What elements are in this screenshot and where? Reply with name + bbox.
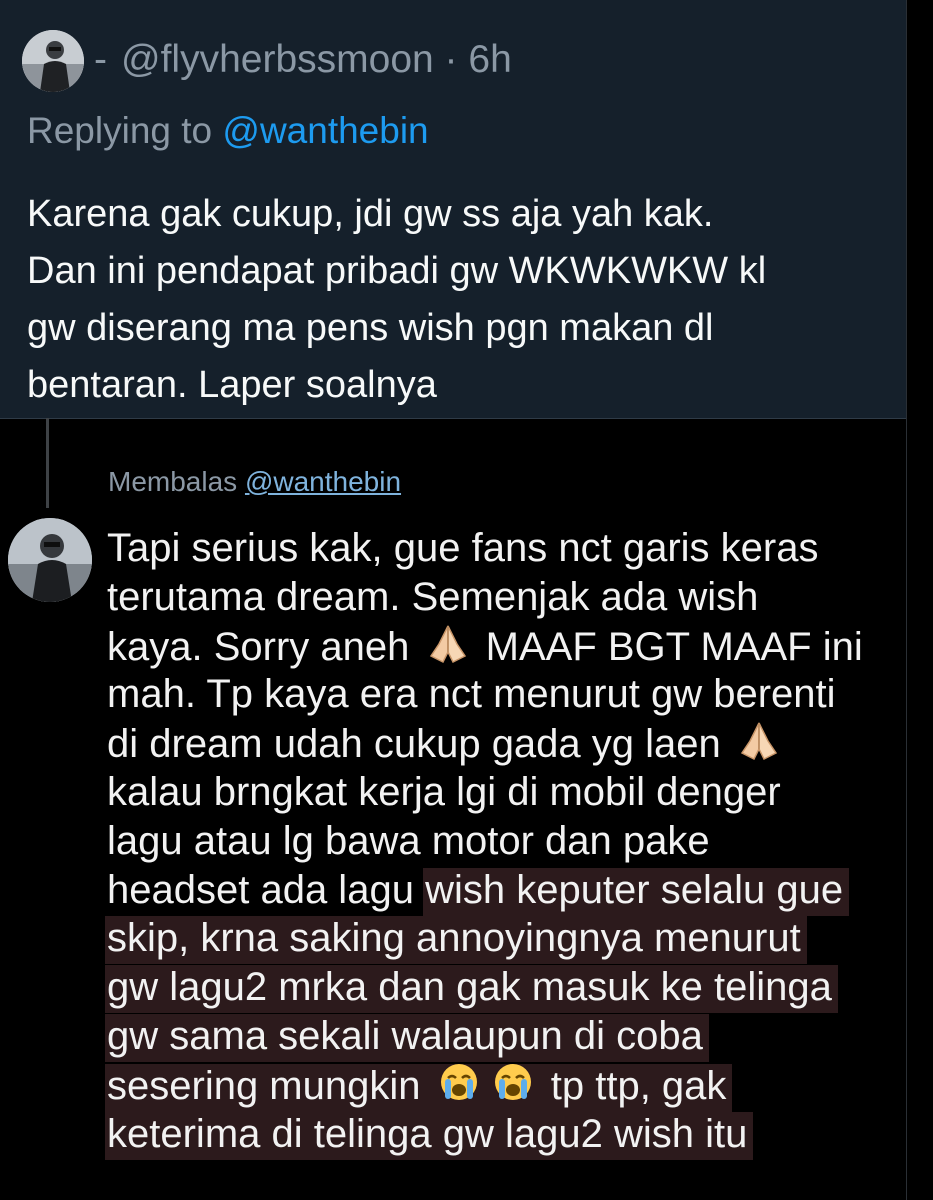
meta-dot: · [433, 38, 469, 81]
tweet-time[interactable]: 6h [468, 38, 511, 81]
reply-text-segment: tp ttp, gak [550, 1063, 727, 1108]
reply-tweet-card[interactable]: - @flyvherbssmoon · 6h Replying to @wanth… [0, 0, 906, 419]
replying-to-line: Replying to @wanthebin [27, 110, 429, 152]
folded-hands-icon [429, 625, 466, 663]
highlighted-text-segment: gw lagu2 mrka dan gak masuk ke telinga [105, 965, 838, 1014]
membalas-handle-link[interactable]: @wanthebin [245, 466, 401, 497]
avatar-photo-icon [8, 518, 92, 602]
highlighted-text-segment: skip, krna saking annoyingnya menurut [105, 916, 807, 965]
right-gutter [906, 0, 933, 1200]
tweet-text-line: Karena gak cukup, jdi gw ss aja yah kak. [27, 193, 714, 235]
thread-connector-line [46, 418, 49, 508]
reply-text-line: kaya. Sorry aneh MAAF BGT MAAF ini [107, 622, 907, 671]
tweet-text-line: gw diserang ma pens wish pgn makan dl [27, 307, 714, 349]
reply-text-line: sesering mungkin tp ttp, gak [105, 1061, 907, 1112]
highlighted-text-segment: keterima di telinga gw lagu2 wish itu [105, 1111, 754, 1160]
replying-to-label: Replying to [27, 110, 213, 151]
reply-text-line: skip, krna saking annoyingnya menurut [105, 914, 907, 965]
highlighted-text-segment: wish keputer selalu gue [423, 867, 850, 916]
tweet-text-line: Dan ini pendapat pribadi gw WKWKWKW kl [27, 250, 767, 292]
loudly-crying-face-icon [494, 1063, 531, 1100]
reply-text-segment: di dream udah cukup gada yg laen [107, 722, 721, 767]
reply-text-line: gw sama sekali walaupun di coba [105, 1012, 907, 1062]
screenshot-stage: - @flyvherbssmoon · 6h Replying to @wanth… [0, 0, 933, 1200]
replying-to-handle-link[interactable]: @wanthebin [222, 110, 428, 151]
reply-text-line: di dream udah cukup gada yg laen [107, 719, 907, 768]
reply-text-segment: headset ada lagu [107, 867, 414, 912]
membalas-line: Membalas @wanthebin [108, 466, 401, 498]
avatar[interactable] [8, 518, 92, 602]
author-handle[interactable]: @flyvherbssmoon [121, 38, 434, 81]
reply-text: Tapi serius kak, gue fans nct garis kera… [105, 524, 907, 1160]
reply-text-line: Tapi serius kak, gue fans nct garis kera… [107, 526, 819, 570]
avatar-photo-icon [22, 30, 84, 92]
loudly-crying-face-icon [440, 1063, 477, 1100]
reply-text-line: headset ada lagu wish keputer selalu gue [107, 866, 907, 916]
reply-text-line: mah. Tp kaya era nct menurut gw berenti [107, 672, 836, 717]
reply-text-line: terutama dream. Semenjak ada wish [107, 574, 759, 619]
tweet-text-line: bentaran. Laper soalnya [27, 364, 437, 406]
reply-text-segment: kaya. Sorry aneh [107, 624, 410, 669]
tweet-text: Karena gak cukup, jdi gw ss aja yah kak.… [27, 186, 887, 414]
highlighted-text-segment: sesering mungkin tp ttp, gak [105, 1063, 733, 1112]
reply-text-line: keterima di telinga gw lagu2 wish itu [105, 1110, 907, 1160]
tweet-header: - @flyvherbssmoon · 6h [94, 38, 512, 82]
folded-hands-icon [740, 722, 778, 761]
highlighted-text-segment: gw sama sekali walaupun di coba [105, 1013, 709, 1062]
avatar[interactable] [22, 30, 84, 92]
reply-text-segment: MAAF BGT MAAF ini [485, 624, 863, 669]
reply-text-line: lagu atau lg bawa motor dan pake [107, 818, 710, 863]
display-name[interactable]: - [94, 38, 107, 81]
reply-text-line: gw lagu2 mrka dan gak masuk ke telinga [105, 963, 907, 1014]
reply-text-segment: sesering mungkin [107, 1063, 421, 1108]
membalas-label: Membalas [108, 466, 238, 497]
reply-text-line: kalau brngkat kerja lgi di mobil denger [107, 769, 781, 814]
